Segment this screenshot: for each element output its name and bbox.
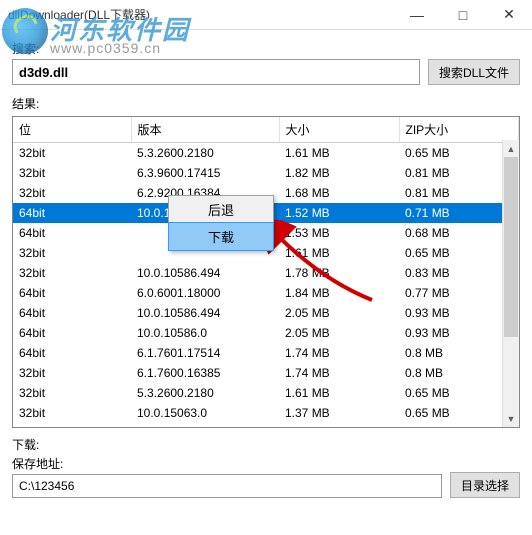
cell-zip: 0.81 MB — [399, 163, 519, 183]
cell-bit: 64bit — [13, 423, 131, 428]
table-row[interactable]: 32bit5.3.2600.21801.61 MB0.65 MB — [13, 143, 519, 164]
table-row[interactable]: 32bit10.0.15063.01.37 MB0.65 MB — [13, 403, 519, 423]
menu-download[interactable]: 下载 — [168, 222, 274, 251]
cell-bit: 64bit — [13, 223, 131, 243]
cell-bit: 64bit — [13, 343, 131, 363]
scroll-down-icon[interactable]: ▼ — [503, 410, 519, 427]
cell-bit: 32bit — [13, 363, 131, 383]
cell-size: 1.61 MB — [279, 383, 399, 403]
cell-zip: 0.65 MB — [399, 403, 519, 423]
save-path-input[interactable] — [12, 474, 442, 498]
cell-bit: 32bit — [13, 163, 131, 183]
cell-ver: 10.0.10586.0 — [131, 323, 279, 343]
cell-size: 1.82 MB — [279, 163, 399, 183]
search-button[interactable]: 搜索DLL文件 — [428, 59, 520, 85]
scroll-thumb[interactable] — [504, 157, 518, 337]
cell-size: 1.61 MB — [279, 143, 399, 164]
cell-ver: 6.0.6001.18000 — [131, 283, 279, 303]
cell-zip: 0.81 MB — [399, 183, 519, 203]
cell-zip: 0.68 MB — [399, 223, 519, 243]
col-version[interactable]: 版本 — [131, 117, 279, 143]
window-title: dllDownloader(DLL下载器) — [8, 6, 394, 23]
cell-bit: 32bit — [13, 263, 131, 283]
cell-bit: 32bit — [13, 383, 131, 403]
cell-size: 1.74 MB — [279, 343, 399, 363]
col-size[interactable]: 大小 — [279, 117, 399, 143]
cell-bit: 32bit — [13, 403, 131, 423]
cell-zip: 0.65 MB — [399, 143, 519, 164]
cell-size: 1.68 MB — [279, 183, 399, 203]
cell-ver: 10.0.10586.494 — [131, 303, 279, 323]
cell-bit: 64bit — [13, 303, 131, 323]
download-section-label: 下载: — [12, 436, 520, 453]
table-row[interactable]: 64bit10.0.10240.164122.05 MB0.92 MB — [13, 423, 519, 428]
table-row[interactable]: 64bit6.1.7601.175141.74 MB0.8 MB — [13, 343, 519, 363]
cell-size: 2.05 MB — [279, 423, 399, 428]
cell-zip: 0.65 MB — [399, 243, 519, 263]
cell-zip: 0.93 MB — [399, 303, 519, 323]
table-row[interactable]: 64bit10.0.10586.02.05 MB0.93 MB — [13, 323, 519, 343]
cell-ver: 10.0.10240.16412 — [131, 423, 279, 428]
menu-back[interactable]: 后退 — [169, 196, 273, 223]
cell-size: 1.37 MB — [279, 403, 399, 423]
save-path-label: 保存地址: — [12, 455, 442, 472]
cell-bit: 32bit — [13, 183, 131, 203]
results-label: 结果: — [12, 95, 520, 112]
cell-ver: 6.3.9600.17415 — [131, 163, 279, 183]
search-input[interactable] — [12, 59, 420, 85]
col-bit[interactable]: 位 — [13, 117, 131, 143]
vertical-scrollbar[interactable]: ▲ ▼ — [502, 140, 519, 427]
cell-size: 2.05 MB — [279, 303, 399, 323]
cell-bit: 32bit — [13, 243, 131, 263]
cell-size: 2.05 MB — [279, 323, 399, 343]
cell-zip: 0.65 MB — [399, 383, 519, 403]
table-header-row: 位 版本 大小 ZIP大小 — [13, 117, 519, 143]
cell-ver: 10.0.15063.0 — [131, 403, 279, 423]
maximize-button[interactable]: □ — [440, 0, 486, 30]
cell-zip: 0.8 MB — [399, 363, 519, 383]
cell-zip: 0.8 MB — [399, 343, 519, 363]
cell-bit: 32bit — [13, 143, 131, 164]
cell-zip: 0.83 MB — [399, 263, 519, 283]
cell-ver: 10.0.10586.494 — [131, 263, 279, 283]
cell-size: 1.78 MB — [279, 263, 399, 283]
cell-size: 1.74 MB — [279, 363, 399, 383]
minimize-button[interactable]: — — [394, 0, 440, 30]
cell-size: 1.61 MB — [279, 243, 399, 263]
cell-bit: 64bit — [13, 203, 131, 223]
cell-size: 1.52 MB — [279, 203, 399, 223]
cell-ver: 5.3.2600.2180 — [131, 143, 279, 164]
cell-ver: 5.3.2600.2180 — [131, 383, 279, 403]
cell-zip: 0.71 MB — [399, 203, 519, 223]
close-button[interactable]: ✕ — [486, 0, 532, 30]
cell-size: 1.53 MB — [279, 223, 399, 243]
scroll-up-icon[interactable]: ▲ — [503, 140, 519, 157]
cell-ver: 6.1.7600.16385 — [131, 363, 279, 383]
col-zipsize[interactable]: ZIP大小 — [399, 117, 519, 143]
context-menu: 后退 下载 — [168, 195, 274, 251]
table-row[interactable]: 32bit6.1.7600.163851.74 MB0.8 MB — [13, 363, 519, 383]
cell-bit: 64bit — [13, 283, 131, 303]
browse-button[interactable]: 目录选择 — [450, 472, 520, 498]
cell-ver: 6.1.7601.17514 — [131, 343, 279, 363]
table-row[interactable]: 32bit5.3.2600.21801.61 MB0.65 MB — [13, 383, 519, 403]
table-row[interactable]: 32bit6.3.9600.174151.82 MB0.81 MB — [13, 163, 519, 183]
table-row[interactable]: 64bit6.0.6001.180001.84 MB0.77 MB — [13, 283, 519, 303]
table-row[interactable]: 32bit10.0.10586.4941.78 MB0.83 MB — [13, 263, 519, 283]
cell-size: 1.84 MB — [279, 283, 399, 303]
cell-zip: 0.93 MB — [399, 323, 519, 343]
search-label: 搜索: — [12, 40, 420, 57]
titlebar: dllDownloader(DLL下载器) — □ ✕ — [0, 0, 532, 30]
cell-bit: 64bit — [13, 323, 131, 343]
table-row[interactable]: 64bit10.0.10586.4942.05 MB0.93 MB — [13, 303, 519, 323]
results-table: 位 版本 大小 ZIP大小 32bit5.3.2600.21801.61 MB0… — [12, 116, 520, 428]
cell-zip: 0.92 MB — [399, 423, 519, 428]
cell-zip: 0.77 MB — [399, 283, 519, 303]
